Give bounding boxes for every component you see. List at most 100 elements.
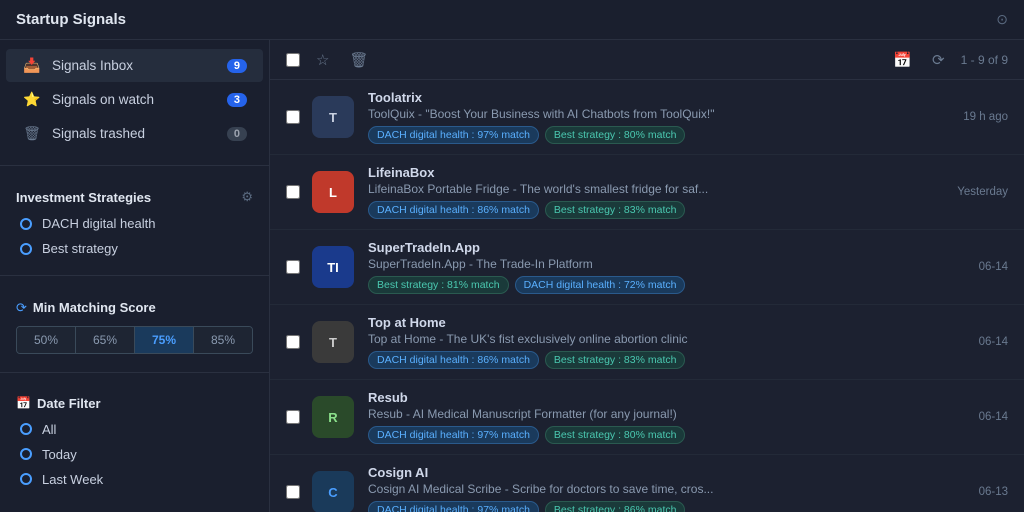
investment-strategies-title: Investment Strategies: [16, 190, 241, 205]
sidebar-item-inbox[interactable]: 📥 Signals Inbox 9: [6, 49, 263, 82]
watch-badge: 3: [227, 93, 247, 107]
inbox-label: Signals Inbox: [52, 58, 227, 73]
signal-date: 19 h ago: [963, 111, 1008, 123]
score-btn-75[interactable]: 75%: [135, 327, 194, 353]
strategy-label-dach: DACH digital health: [42, 216, 155, 231]
signal-company: Cosign AI: [368, 465, 963, 480]
strategy-dot-dach: [20, 218, 32, 230]
signal-company: Top at Home: [368, 315, 963, 330]
app-title: Startup Signals: [16, 11, 126, 28]
min-score-header: ⟳ Min Matching Score: [0, 290, 269, 322]
gear-icon[interactable]: ⚙: [241, 189, 253, 205]
main-layout: 📥 Signals Inbox 9 ⭐ Signals on watch 3 🗑…: [0, 40, 1024, 512]
min-score-title: Min Matching Score: [33, 300, 156, 315]
score-icon: ⟳: [16, 300, 27, 316]
sidebar-item-watch[interactable]: ⭐ Signals on watch 3: [6, 83, 263, 116]
strategy-item-dach[interactable]: DACH digital health: [0, 211, 269, 236]
signal-company: SuperTradeIn.App: [368, 240, 963, 255]
signal-tag: Best strategy : 86% match: [545, 501, 686, 512]
trash-icon: 🗑: [22, 125, 42, 142]
investment-strategies-header: Investment Strategies ⚙: [0, 179, 269, 211]
date-label-lastweek: Last Week: [42, 472, 103, 487]
signal-checkbox[interactable]: [286, 110, 300, 124]
signal-description: Cosign AI Medical Scribe - Scribe for do…: [368, 482, 848, 496]
signal-tag: DACH digital health : 86% match: [368, 351, 539, 369]
settings-icon[interactable]: ⊙: [996, 11, 1008, 28]
trashed-label: Signals trashed: [52, 126, 227, 141]
calendar-toolbar-icon[interactable]: 📅: [889, 49, 916, 71]
signal-checkbox[interactable]: [286, 485, 300, 499]
signal-info: Top at Home Top at Home - The UK's fist …: [368, 315, 963, 369]
signal-avatar: T: [312, 96, 354, 138]
signal-description: SuperTradeIn.App - The Trade-In Platform: [368, 257, 848, 271]
date-filter-section: 📅 Date Filter All Today Last Week: [0, 378, 269, 500]
signal-avatar: L: [312, 171, 354, 213]
sidebar-item-trashed[interactable]: 🗑 Signals trashed 0: [6, 117, 263, 150]
signal-date: 06-14: [979, 336, 1008, 348]
signal-avatar: R: [312, 396, 354, 438]
signal-tags: Best strategy : 81% match DACH digital he…: [368, 276, 963, 294]
signal-row[interactable]: R Resub Resub - AI Medical Manuscript Fo…: [270, 380, 1024, 455]
signal-date: 06-14: [979, 411, 1008, 423]
signal-company: Resub: [368, 390, 963, 405]
signal-tag: DACH digital health : 72% match: [515, 276, 686, 294]
date-dot-lastweek: [20, 473, 32, 485]
score-buttons: 50% 65% 75% 85%: [16, 326, 253, 354]
signal-checkbox[interactable]: [286, 410, 300, 424]
star-toolbar-icon[interactable]: ☆: [312, 49, 333, 71]
date-item-lastweek[interactable]: Last Week: [0, 467, 269, 492]
signal-list: T Toolatrix ToolQuix - "Boost Your Busin…: [270, 80, 1024, 512]
signal-tags: DACH digital health : 86% match Best stra…: [368, 351, 963, 369]
watch-label: Signals on watch: [52, 92, 227, 107]
signal-tag: DACH digital health : 97% match: [368, 501, 539, 512]
signal-company: Toolatrix: [368, 90, 947, 105]
trash-toolbar-icon[interactable]: 🗑: [345, 49, 372, 71]
signal-row[interactable]: L LifeinaBox LifeinaBox Portable Fridge …: [270, 155, 1024, 230]
signal-date: Yesterday: [957, 186, 1008, 198]
signal-row[interactable]: TI SuperTradeIn.App SuperTradeIn.App - T…: [270, 230, 1024, 305]
signal-tag: Best strategy : 80% match: [545, 126, 686, 144]
signal-tags: DACH digital health : 97% matchBest stra…: [368, 426, 963, 444]
signal-description: ToolQuix - "Boost Your Business with AI …: [368, 107, 848, 121]
investment-strategies-section: Investment Strategies ⚙ DACH digital hea…: [0, 171, 269, 269]
score-btn-65[interactable]: 65%: [76, 327, 135, 353]
signal-description: Resub - AI Medical Manuscript Formatter …: [368, 407, 848, 421]
signal-tag: Best strategy : 83% match: [545, 351, 686, 369]
signal-date: 06-13: [979, 486, 1008, 498]
trashed-badge: 0: [227, 127, 247, 141]
signal-row[interactable]: C Cosign AI Cosign AI Medical Scribe - S…: [270, 455, 1024, 512]
strategy-label-best: Best strategy: [42, 241, 118, 256]
date-dot-today: [20, 448, 32, 460]
toolbar-count: 1 - 9 of 9: [961, 53, 1008, 67]
strategy-item-best[interactable]: Best strategy: [0, 236, 269, 261]
signal-tag: Best strategy : 81% match: [368, 276, 509, 294]
strategy-dot-best: [20, 243, 32, 255]
signal-tags: DACH digital health : 97% matchBest stra…: [368, 126, 947, 144]
signal-info: Toolatrix ToolQuix - "Boost Your Busines…: [368, 90, 947, 144]
nav-section: 📥 Signals Inbox 9 ⭐ Signals on watch 3 🗑…: [0, 40, 269, 159]
signal-info: Cosign AI Cosign AI Medical Scribe - Scr…: [368, 465, 963, 512]
signal-avatar: TI: [312, 246, 354, 288]
signal-checkbox[interactable]: [286, 335, 300, 349]
select-all-checkbox[interactable]: [286, 53, 300, 67]
min-score-section: ⟳ Min Matching Score 50% 65% 75% 85%: [0, 282, 269, 366]
watch-icon: ⭐: [22, 91, 42, 108]
date-filter-header: 📅 Date Filter: [0, 386, 269, 417]
sidebar: 📥 Signals Inbox 9 ⭐ Signals on watch 3 🗑…: [0, 40, 270, 512]
signal-checkbox[interactable]: [286, 260, 300, 274]
signal-row[interactable]: T Top at Home Top at Home - The UK's fis…: [270, 305, 1024, 380]
score-btn-85[interactable]: 85%: [194, 327, 252, 353]
signal-tag: DACH digital health : 86% match: [368, 201, 539, 219]
signal-checkbox[interactable]: [286, 185, 300, 199]
inbox-icon: 📥: [22, 57, 42, 74]
date-item-all[interactable]: All: [0, 417, 269, 442]
signal-tag: Best strategy : 80% match: [545, 426, 686, 444]
signal-info: Resub Resub - AI Medical Manuscript Form…: [368, 390, 963, 444]
signal-row[interactable]: T Toolatrix ToolQuix - "Boost Your Busin…: [270, 80, 1024, 155]
date-item-today[interactable]: Today: [0, 442, 269, 467]
refresh-toolbar-icon[interactable]: ⟳: [928, 49, 949, 71]
signal-avatar: C: [312, 471, 354, 512]
main-content: ☆ 🗑 📅 ⟳ 1 - 9 of 9 T Toolatrix ToolQuix …: [270, 40, 1024, 512]
score-btn-50[interactable]: 50%: [17, 327, 76, 353]
app-header: Startup Signals ⊙: [0, 0, 1024, 40]
